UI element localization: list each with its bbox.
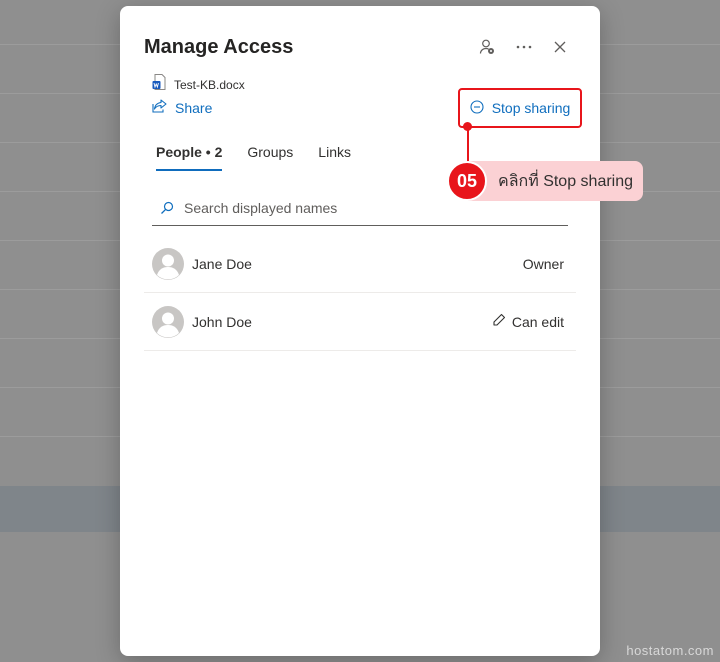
- annotation-text: คลิกที่ Stop sharing: [498, 172, 634, 190]
- annotation-connector: [467, 126, 469, 162]
- person-row[interactable]: John Doe Can edit: [144, 293, 576, 351]
- person-name: John Doe: [192, 313, 252, 330]
- avatar: [152, 305, 184, 338]
- file-info: Test-KB.docx: [152, 74, 245, 95]
- file-name: Test-KB.docx: [174, 77, 245, 92]
- more-options-icon[interactable]: [513, 36, 535, 58]
- search-input[interactable]: [182, 199, 546, 217]
- role-label: Can edit: [511, 313, 564, 330]
- role-label: Owner: [522, 255, 564, 272]
- stop-sharing-icon: [470, 99, 484, 117]
- watermark: hostatom.com: [626, 643, 714, 658]
- close-icon[interactable]: [549, 36, 571, 58]
- tab-people[interactable]: People • 2: [156, 144, 223, 171]
- tab-links[interactable]: Links: [318, 144, 351, 171]
- avatar: [152, 247, 184, 280]
- search-icon: [160, 201, 174, 215]
- share-label: Share: [175, 99, 213, 116]
- access-tabs: People • 2 Groups Links: [156, 144, 351, 171]
- person-row[interactable]: Jane Doe Owner: [144, 235, 576, 293]
- annotation-step-badge: 05: [447, 161, 487, 201]
- permission-dropdown[interactable]: Can edit: [492, 313, 564, 330]
- word-document-icon: [152, 74, 166, 95]
- dialog-title: Manage Access: [144, 36, 294, 58]
- annotation-callout: คลิกที่ Stop sharing: [468, 161, 643, 201]
- tab-groups[interactable]: Groups: [247, 144, 293, 171]
- stop-sharing-button[interactable]: Stop sharing: [458, 88, 582, 128]
- person-role: Owner: [523, 256, 564, 272]
- pencil-icon: [492, 313, 506, 330]
- manage-people-icon[interactable]: [476, 36, 498, 58]
- share-button[interactable]: Share: [152, 99, 212, 116]
- stop-sharing-label: Stop sharing: [491, 100, 571, 116]
- annotation-dot: [463, 122, 472, 131]
- person-name: Jane Doe: [192, 255, 252, 272]
- manage-access-dialog: Manage Access Test-KB.docx Share Stop sh…: [120, 6, 600, 656]
- share-icon: [152, 99, 167, 116]
